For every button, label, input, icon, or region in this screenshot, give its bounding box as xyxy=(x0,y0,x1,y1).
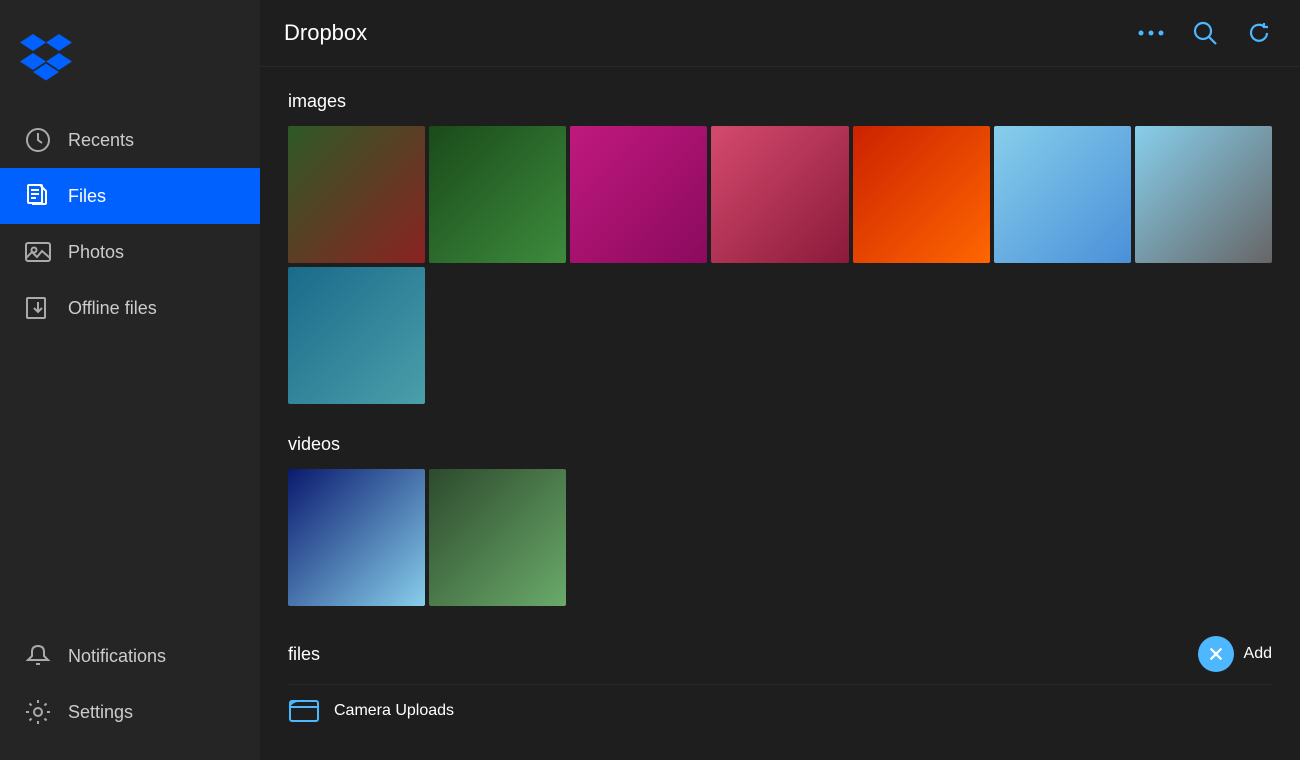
page-title: Dropbox xyxy=(284,20,1134,46)
files-icon xyxy=(24,182,52,210)
video-placeholder-1 xyxy=(570,469,707,606)
refresh-icon xyxy=(1246,20,1272,46)
refresh-button[interactable] xyxy=(1242,16,1276,50)
image-placeholder-4 xyxy=(853,267,990,404)
video-thumb-1[interactable] xyxy=(288,469,425,606)
video-placeholder-5 xyxy=(1135,469,1272,606)
notifications-icon xyxy=(24,642,52,670)
files-label: Files xyxy=(68,186,106,207)
content-area: images videos xyxy=(260,67,1300,760)
settings-label: Settings xyxy=(68,702,133,723)
videos-grid xyxy=(288,469,1272,606)
file-item-camera-uploads[interactable]: Camera Uploads xyxy=(288,684,1272,737)
images-grid-row1 xyxy=(288,126,1272,263)
topbar: Dropbox xyxy=(260,0,1300,67)
images-section-title: images xyxy=(288,91,1272,112)
add-icon-circle xyxy=(1198,636,1234,672)
image-placeholder-1 xyxy=(429,267,566,404)
images-grid-row2 xyxy=(288,267,1272,404)
image-thumb-5[interactable] xyxy=(853,126,990,263)
dropbox-logo xyxy=(20,30,72,82)
image-thumb-2[interactable] xyxy=(429,126,566,263)
videos-section: videos xyxy=(288,434,1272,606)
image-thumb-7[interactable] xyxy=(1135,126,1272,263)
image-thumb-6[interactable] xyxy=(994,126,1131,263)
image-placeholder-3 xyxy=(711,267,848,404)
photos-label: Photos xyxy=(68,242,124,263)
image-thumb-3[interactable] xyxy=(570,126,707,263)
video-placeholder-4 xyxy=(994,469,1131,606)
more-icon xyxy=(1138,20,1164,46)
image-thumb-4[interactable] xyxy=(711,126,848,263)
photos-icon xyxy=(24,238,52,266)
x-icon xyxy=(1207,645,1225,663)
main-content: Dropbox xyxy=(260,0,1300,760)
image-placeholder-2 xyxy=(570,267,707,404)
image-thumb-8[interactable] xyxy=(288,267,425,404)
offline-label: Offline files xyxy=(68,298,157,319)
settings-icon xyxy=(24,698,52,726)
image-thumb-1[interactable] xyxy=(288,126,425,263)
recents-label: Recents xyxy=(68,130,134,151)
add-label: Add xyxy=(1244,645,1272,663)
search-button[interactable] xyxy=(1188,16,1222,50)
videos-section-title: videos xyxy=(288,434,1272,455)
image-placeholder-6 xyxy=(1135,267,1272,404)
video-placeholder-2 xyxy=(711,469,848,606)
files-section: files Add xyxy=(288,636,1272,737)
search-icon xyxy=(1192,20,1218,46)
files-header: files Add xyxy=(288,636,1272,672)
sidebar-item-notifications[interactable]: Notifications xyxy=(0,628,260,684)
sidebar-item-settings[interactable]: Settings xyxy=(0,684,260,740)
image-placeholder-5 xyxy=(994,267,1131,404)
folder-icon xyxy=(288,695,320,727)
files-section-title: files xyxy=(288,644,1198,665)
sidebar-item-offline[interactable]: Offline files xyxy=(0,280,260,336)
sidebar-item-files[interactable]: Files xyxy=(0,168,260,224)
sidebar-item-recents[interactable]: Recents xyxy=(0,112,260,168)
sidebar: Recents Files Photos Offline files xyxy=(0,0,260,760)
more-button[interactable] xyxy=(1134,16,1168,50)
topbar-actions xyxy=(1134,16,1276,50)
video-placeholder-3 xyxy=(853,469,990,606)
clock-icon xyxy=(24,126,52,154)
add-button[interactable]: Add xyxy=(1198,636,1272,672)
logo-area xyxy=(0,20,260,112)
offline-icon xyxy=(24,294,52,322)
sidebar-item-photos[interactable]: Photos xyxy=(0,224,260,280)
notifications-label: Notifications xyxy=(68,646,166,667)
video-thumb-2[interactable] xyxy=(429,469,566,606)
file-name: Camera Uploads xyxy=(334,702,454,720)
